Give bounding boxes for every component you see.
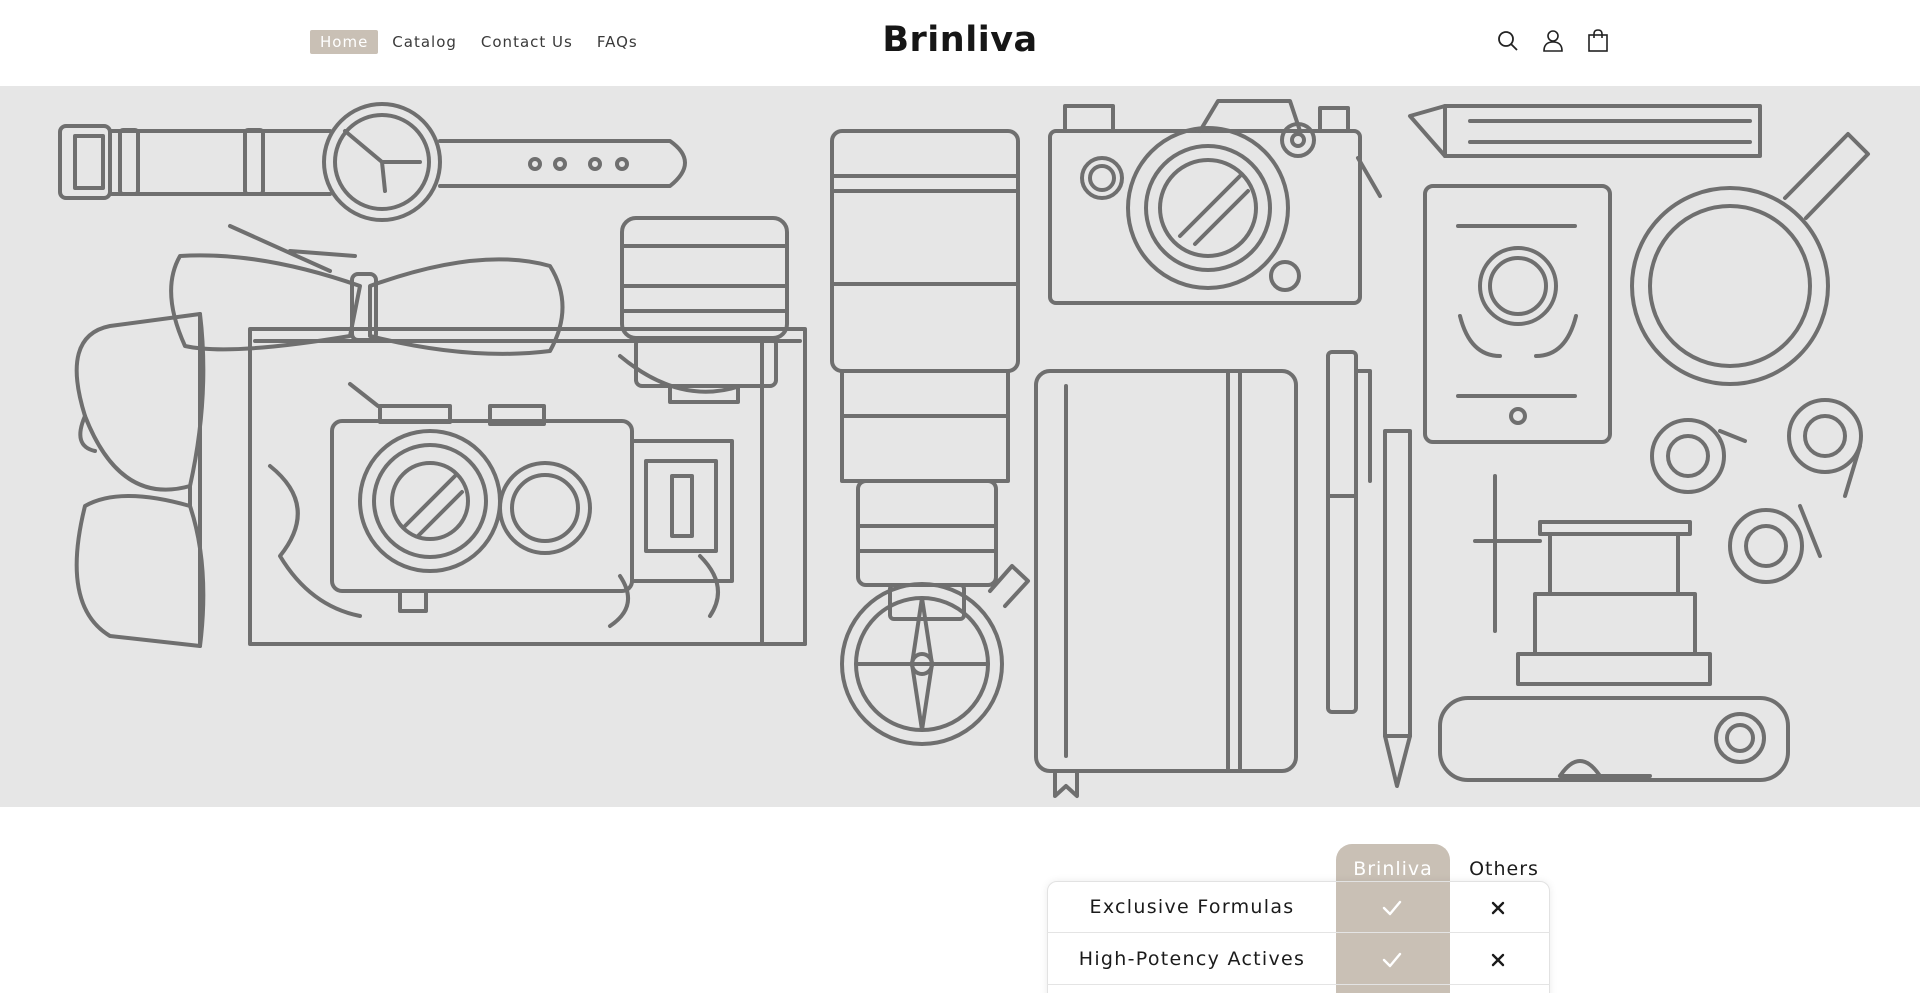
main-nav: Home Catalog Contact Us FAQs <box>310 30 652 54</box>
comparison-row: Exclusive Formulas <box>1047 881 1550 933</box>
others-column-header: Others <box>1469 858 1539 880</box>
nav-contact-link[interactable]: Contact Us <box>471 30 583 54</box>
hero-illustration <box>58 99 1870 798</box>
nav-faqs-link[interactable]: FAQs <box>587 30 648 54</box>
feature-label: Exclusive Formulas <box>1089 896 1295 918</box>
comparison-section: Brinliva Others <box>0 807 1920 993</box>
check-icon <box>1382 898 1402 918</box>
nav-catalog-link[interactable]: Catalog <box>382 30 467 54</box>
check-icon <box>1382 950 1402 970</box>
nav-home-link[interactable]: Home <box>310 30 379 54</box>
brand-logo-wrapper: Brinliva <box>0 20 1920 60</box>
brand-logo[interactable]: Brinliva <box>882 20 1037 60</box>
feature-label: High-Potency Actives <box>1078 948 1306 970</box>
account-icon[interactable] <box>1540 28 1566 54</box>
comparison-row: High-Potency Actives <box>1047 933 1550 985</box>
hero-banner <box>0 86 1920 807</box>
cart-icon[interactable] <box>1585 28 1611 54</box>
cross-icon <box>1488 950 1508 970</box>
header-icons <box>1495 28 1611 54</box>
site-header: Home Catalog Contact Us FAQs Brinliva <box>0 0 1920 86</box>
cross-icon <box>1488 898 1508 918</box>
search-icon[interactable] <box>1495 28 1521 54</box>
